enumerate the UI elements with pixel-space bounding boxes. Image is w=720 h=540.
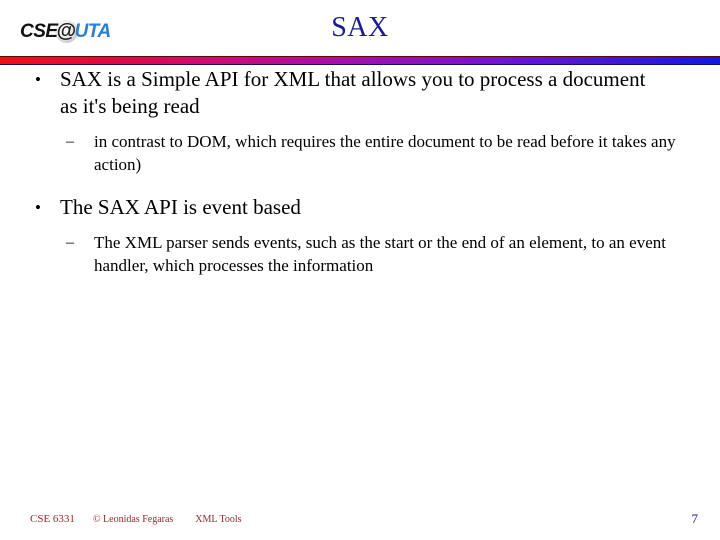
at-glyph: @: [56, 20, 77, 42]
dash-marker-icon: –: [66, 234, 74, 251]
dash-marker-icon: –: [66, 133, 74, 150]
logo-text-uta: UTA: [74, 20, 112, 42]
footer-text-group: CSE 6331 © Leonidas Fegaras XML Tools: [30, 512, 242, 527]
bullet-marker-icon: •: [35, 70, 41, 89]
slide-body: • SAX is a Simple API for XML that allow…: [0, 66, 720, 277]
bullet-marker-icon: •: [35, 198, 41, 217]
bullet-item-3-text: The SAX API is event based: [60, 195, 301, 219]
slide: CSE @ UTA SAX • SAX is a Simple API for …: [0, 0, 720, 540]
footer-copyright: © Leonidas Fegaras: [92, 514, 174, 525]
bullet-item-4-text: The XML parser sends events, such as the…: [94, 233, 666, 275]
bullet-item-3: • The SAX API is event based: [0, 194, 720, 221]
slide-header: CSE @ UTA SAX: [0, 0, 720, 56]
bullet-item-2: – in contrast to DOM, which requires the…: [0, 130, 720, 176]
page-number: 7: [691, 511, 699, 526]
footer-topic: XML Tools: [195, 514, 242, 525]
bullet-item-1-text: SAX is a Simple API for XML that allows …: [60, 67, 646, 118]
bullet-item-4: – The XML parser sends events, such as t…: [0, 231, 720, 277]
bullet-item-2-text: in contrast to DOM, which requires the e…: [94, 132, 676, 174]
cse-uta-logo: CSE @ UTA: [20, 18, 111, 44]
footer-course-code: CSE 6331: [30, 513, 75, 525]
slide-footer: CSE 6331 © Leonidas Fegaras XML Tools 7: [0, 500, 720, 540]
bullet-item-1: • SAX is a Simple API for XML that allow…: [0, 66, 720, 120]
page-title: SAX: [331, 12, 389, 43]
header-gradient-divider: [0, 56, 720, 65]
logo-text-cse: CSE: [20, 20, 58, 42]
